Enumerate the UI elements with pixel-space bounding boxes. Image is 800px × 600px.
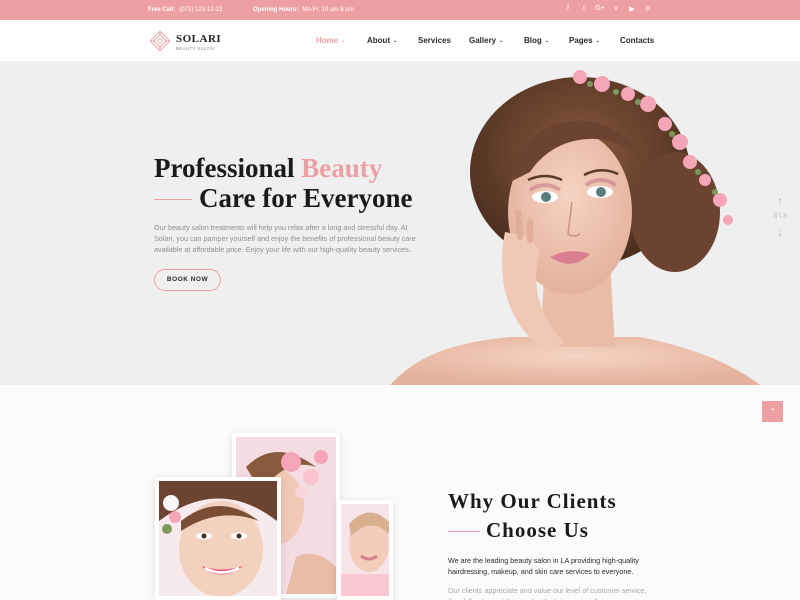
why-title-divider bbox=[448, 531, 480, 532]
social-links: f t G+ v ▶ p bbox=[560, 5, 656, 13]
nav-about-label: About bbox=[367, 36, 391, 45]
arrow-up-icon[interactable]: ↑ bbox=[770, 194, 790, 208]
opening-hours-value: Mn-Fr: 10 am-8 pm bbox=[302, 7, 354, 13]
hero-title-accent: Beauty bbox=[301, 153, 383, 183]
hero-title-divider bbox=[154, 199, 192, 200]
facebook-icon[interactable]: f bbox=[560, 5, 576, 13]
nav-pages-label: Pages bbox=[569, 36, 593, 45]
hero-title-line2: Care for Everyone bbox=[199, 183, 413, 213]
why-title-line2: Choose Us bbox=[486, 518, 589, 542]
nav-blog-label: Blog bbox=[524, 36, 542, 45]
nav-about[interactable]: About ⌄ bbox=[367, 36, 397, 45]
hero-description: Our beauty salon treatments will help yo… bbox=[154, 223, 416, 254]
logo-flower-icon bbox=[149, 30, 171, 52]
free-call-number[interactable]: (073) 123-12-12 bbox=[179, 7, 222, 13]
why-description: We are the leading beauty salon in LA pr… bbox=[448, 556, 639, 576]
hero-title-word: Professional bbox=[154, 153, 295, 183]
logo-name: SOLARI bbox=[176, 33, 222, 45]
pinterest-icon[interactable]: p bbox=[640, 5, 656, 13]
free-call-info: Free Call: (073) 123-12-12 bbox=[148, 7, 222, 13]
why-description-secondary: Our clients appreciate and value our lev… bbox=[448, 586, 647, 600]
chevron-down-icon: ⌄ bbox=[341, 38, 346, 44]
top-bar: Free Call: (073) 123-12-12 Opening Hours:… bbox=[0, 0, 800, 20]
why-title-line1: Why Our Clients bbox=[448, 489, 617, 513]
twitter-icon[interactable]: t bbox=[576, 5, 592, 13]
gallery-photo-3 bbox=[337, 500, 393, 600]
why-choose-section: ⌃ Why Our Clients Choose Us We are the l… bbox=[0, 385, 800, 600]
slide-counter: 3 \ 3 bbox=[773, 213, 787, 220]
free-call-label: Free Call: bbox=[148, 7, 176, 13]
google-plus-icon[interactable]: G+ bbox=[592, 5, 608, 13]
hero-title-line1: Professional Beauty bbox=[154, 153, 382, 184]
logo-tagline: BEAUTY SALON bbox=[176, 46, 215, 51]
arrow-down-icon[interactable]: ↓ bbox=[770, 225, 790, 239]
nav-services[interactable]: Services bbox=[418, 36, 451, 45]
chevron-down-icon: ⌄ bbox=[595, 38, 600, 44]
nav-home[interactable]: Home ⌄ bbox=[316, 36, 345, 45]
opening-hours-info: Opening Hours: Mn-Fr: 10 am-8 pm bbox=[253, 7, 354, 13]
hero-slider: Professional Beauty Care for Everyone Ou… bbox=[0, 62, 800, 385]
photo-woman-skincare-image bbox=[341, 504, 389, 596]
chevron-down-icon: ⌄ bbox=[393, 38, 398, 44]
nav-blog[interactable]: Blog ⌄ bbox=[524, 36, 549, 45]
chevron-down-icon: ⌄ bbox=[544, 38, 549, 44]
hero-model-image bbox=[390, 70, 760, 385]
chevron-up-icon: ⌃ bbox=[769, 407, 776, 416]
site-header: SOLARI BEAUTY SALON Home ⌄ About ⌄ Service… bbox=[0, 20, 800, 62]
youtube-icon[interactable]: ▶ bbox=[624, 5, 640, 13]
opening-hours-label: Opening Hours: bbox=[253, 7, 299, 13]
logo[interactable]: SOLARI BEAUTY SALON bbox=[147, 28, 227, 54]
book-now-button[interactable]: BOOK NOW bbox=[154, 269, 221, 291]
nav-services-label: Services bbox=[418, 36, 451, 45]
nav-contacts[interactable]: Contacts bbox=[620, 36, 654, 45]
nav-gallery[interactable]: Gallery ⌄ bbox=[469, 36, 503, 45]
nav-pages[interactable]: Pages ⌄ bbox=[569, 36, 600, 45]
nav-contacts-label: Contacts bbox=[620, 36, 655, 45]
nav-home-label: Home bbox=[316, 36, 339, 45]
vimeo-icon[interactable]: v bbox=[608, 5, 624, 13]
gallery-photo-1 bbox=[155, 477, 281, 600]
scroll-to-top-button[interactable]: ⌃ bbox=[762, 401, 783, 422]
slider-controls: ↑ 3 \ 3 ↓ bbox=[770, 194, 790, 254]
chevron-down-icon: ⌄ bbox=[499, 38, 504, 44]
photo-smiling-woman-image bbox=[159, 481, 277, 596]
nav-gallery-label: Gallery bbox=[469, 36, 497, 45]
